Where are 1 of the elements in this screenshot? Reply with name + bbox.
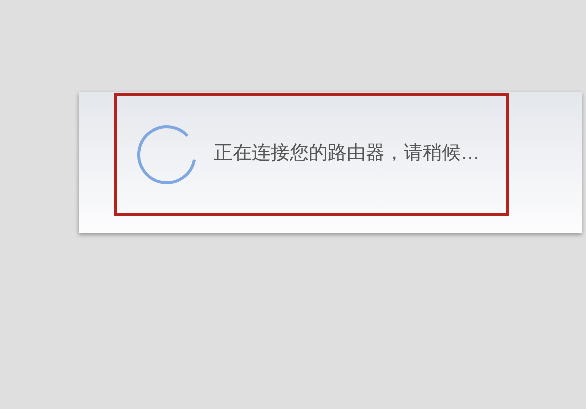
connecting-message: 正在连接您的路由器，请稍候… [214,142,480,166]
